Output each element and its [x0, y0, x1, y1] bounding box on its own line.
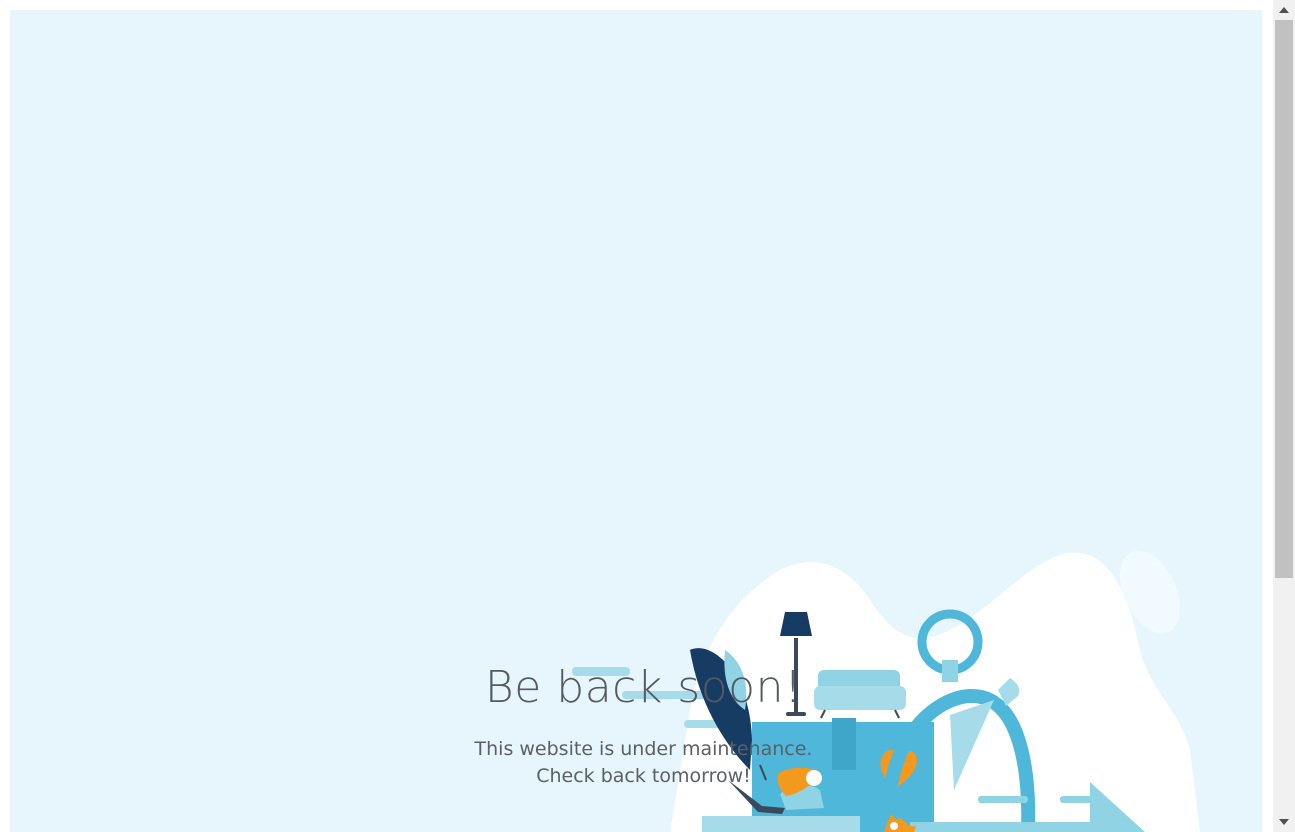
maintenance-page: Be back soon! This website is under main… — [10, 10, 1262, 832]
triangle-up-icon — [1279, 7, 1289, 13]
desk — [702, 816, 860, 832]
lamp-shade-icon — [780, 612, 812, 636]
page-title: Be back soon! — [484, 662, 803, 713]
message-line-2: Check back tomorrow! — [536, 765, 751, 787]
maintenance-text: This website is under maintenance. Check… — [10, 736, 1262, 790]
arrow-bar — [978, 796, 1028, 803]
message-line-1: This website is under maintenance. — [474, 738, 813, 760]
scrollbar-thumb[interactable] — [1275, 20, 1293, 578]
scroll-up-button[interactable] — [1273, 0, 1295, 20]
scroll-down-button[interactable] — [1273, 812, 1295, 832]
cat-face — [890, 822, 898, 830]
maintenance-message: Be back soon! This website is under main… — [10, 660, 1262, 790]
vertical-scrollbar[interactable] — [1273, 0, 1295, 832]
triangle-down-icon — [1279, 819, 1289, 825]
